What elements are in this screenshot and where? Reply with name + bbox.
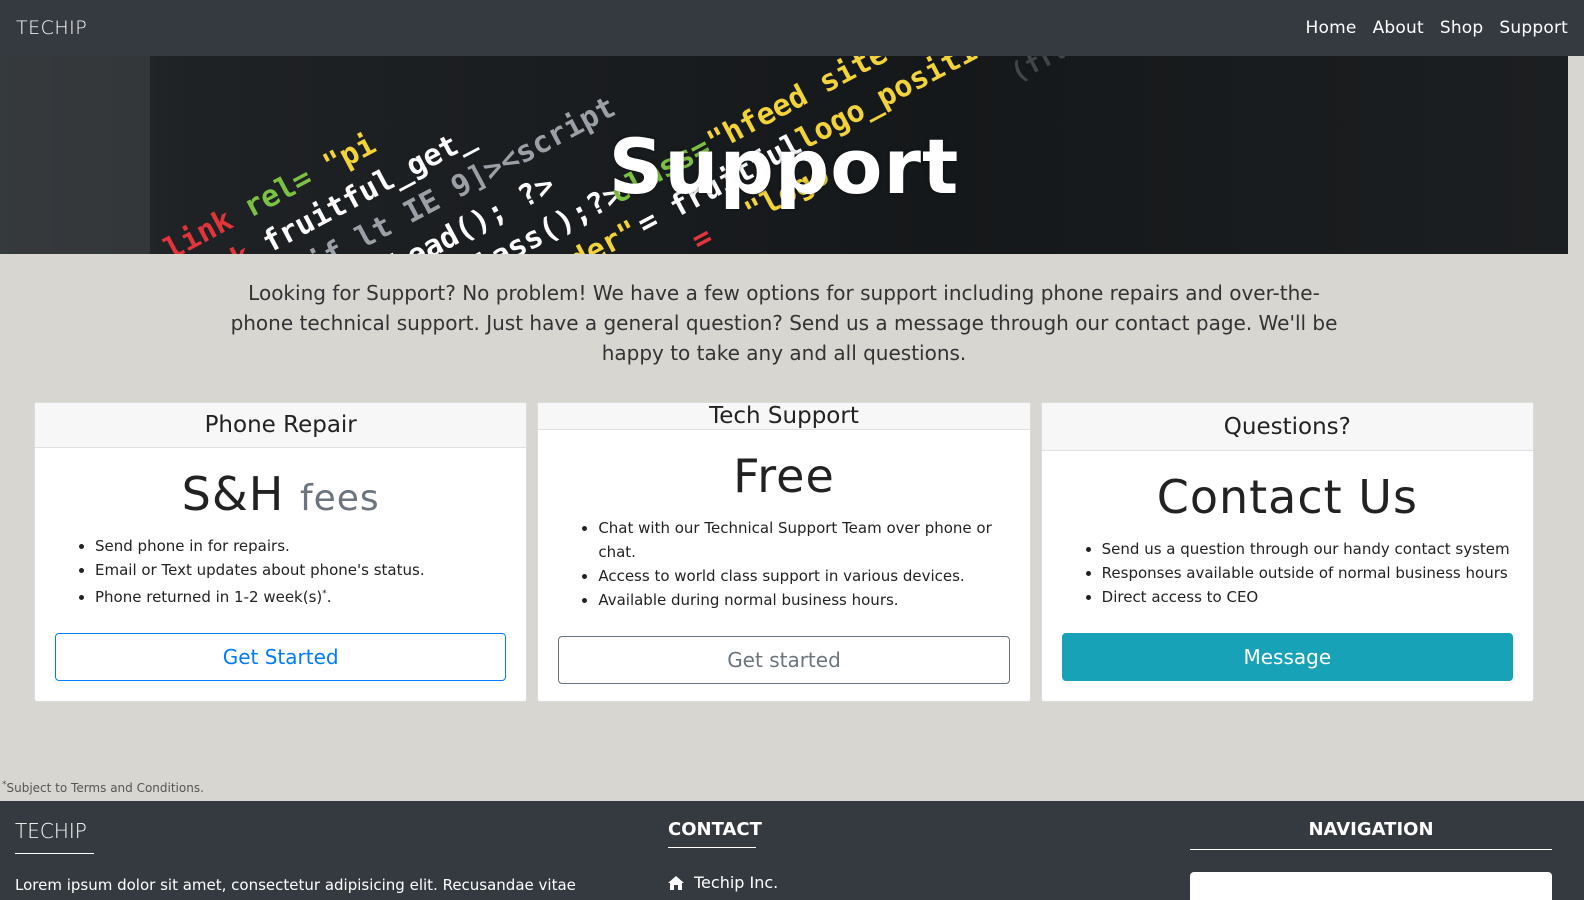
feature-list: Chat with our Technical Support Team ove…: [558, 516, 1009, 612]
list-item-end: .: [326, 588, 332, 606]
footer-brand-logo: TECHIP: [15, 819, 87, 843]
card-body: S&H fees Send phone in for repairs. Emai…: [35, 448, 526, 701]
divider: [668, 847, 756, 848]
get-started-support-button[interactable]: Get started: [558, 636, 1010, 684]
footnote-text: Subject to Terms and Conditions.: [6, 781, 204, 795]
card-body: Contact Us Send us a question through ou…: [1042, 451, 1533, 701]
message-button[interactable]: Message: [1061, 633, 1513, 681]
card-header: Phone Repair: [35, 403, 527, 448]
page-gutter: [1568, 56, 1584, 801]
brand-logo[interactable]: TECHIP: [16, 17, 87, 39]
footer: TECHIP Lorem ipsum dolor sit amet, conse…: [0, 801, 1584, 900]
price-main: S&H: [181, 467, 285, 521]
list-item: Phone returned in 1-2 week(s)*.: [95, 582, 506, 609]
price-main: Contact Us: [1156, 470, 1418, 524]
navigation-heading: NAVIGATION: [1308, 819, 1434, 840]
divider: [1190, 849, 1552, 850]
terms-footnote: *Subject to Terms and Conditions.: [2, 780, 204, 795]
list-item: Responses available outside of normal bu…: [1102, 561, 1513, 585]
nav-link-shop[interactable]: Shop: [1440, 18, 1484, 38]
card-price: Free: [558, 450, 1009, 502]
nav-links: Home About Shop Support: [1306, 18, 1568, 38]
feature-list: Send phone in for repairs. Email or Text…: [55, 534, 506, 609]
footer-nav-list[interactable]: [1190, 872, 1552, 900]
nav-link-about[interactable]: About: [1373, 18, 1424, 38]
feature-list: Send us a question through our handy con…: [1062, 537, 1513, 609]
price-main: Free: [733, 449, 835, 503]
card-tech-support: Tech Support Free Chat with our Technica…: [537, 402, 1031, 704]
footer-about-text: Lorem ipsum dolor sit amet, consectetur …: [15, 876, 576, 894]
list-item: Chat with our Technical Support Team ove…: [598, 516, 1009, 564]
contact-heading: CONTACT: [668, 819, 762, 840]
support-options: Phone Repair S&H fees Send phone in for …: [34, 402, 1534, 702]
nav-link-home[interactable]: Home: [1306, 18, 1357, 38]
list-item: Available during normal business hours.: [598, 588, 1009, 612]
card-header: Tech Support: [538, 403, 1030, 430]
navbar: TECHIP Home About Shop Support: [0, 0, 1584, 56]
nav-link-support[interactable]: Support: [1499, 18, 1568, 38]
get-started-button[interactable]: Get Started: [55, 633, 507, 681]
list-item: Email or Text updates about phone's stat…: [95, 558, 506, 582]
card-price: S&H fees: [55, 468, 506, 520]
list-item: Send phone in for repairs.: [95, 534, 506, 558]
list-item: Direct access to CEO: [1102, 585, 1513, 609]
home-icon: [668, 875, 684, 890]
contact-company: Techip Inc.: [694, 873, 779, 892]
card-phone-repair: Phone Repair S&H fees Send phone in for …: [34, 402, 528, 702]
price-sub: fees: [299, 478, 380, 519]
page-title: Support: [608, 121, 960, 211]
card-price: Contact Us: [1062, 471, 1513, 523]
contact-address: Techip Inc.: [668, 873, 778, 892]
list-item: Access to world class support in various…: [598, 564, 1009, 588]
hero-banner: link rel= "pi link fruitful_get_ <?php i…: [0, 56, 1568, 254]
list-item-text: Phone returned in 1-2 week(s): [95, 588, 323, 606]
card-header: Questions?: [1041, 403, 1533, 451]
intro-text: Looking for Support? No problem! We have…: [230, 281, 1338, 365]
divider: [15, 853, 94, 854]
card-body: Free Chat with our Technical Support Tea…: [538, 430, 1029, 704]
card-questions: Questions? Contact Us Send us a question…: [1040, 402, 1534, 702]
list-item: Send us a question through our handy con…: [1102, 537, 1513, 561]
